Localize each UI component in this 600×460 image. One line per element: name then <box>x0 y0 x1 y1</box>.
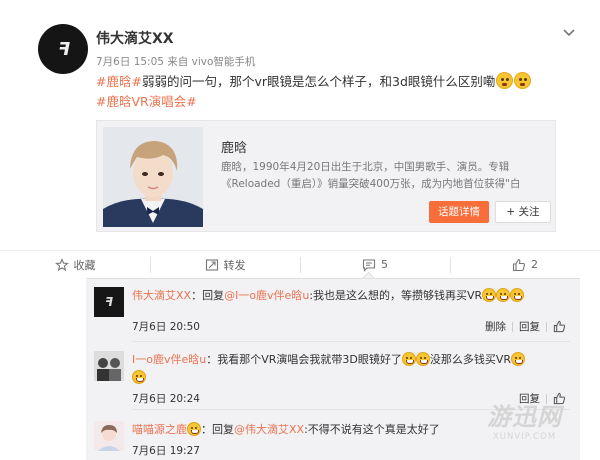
mention-link[interactable]: @I一o鹿v伴e晗u <box>224 289 309 302</box>
laughing-emoji-icon <box>496 288 511 302</box>
thinking-emoji-icon <box>496 72 514 89</box>
topic-card-title[interactable]: 鹿晗 <box>221 137 247 156</box>
comment-button[interactable]: 5 <box>300 251 450 278</box>
commenter-avatar[interactable] <box>94 421 124 451</box>
laughing-emoji-icon <box>482 288 497 302</box>
like-count: 2 <box>531 258 538 271</box>
separator <box>512 321 513 332</box>
thinking-emoji-icon <box>514 72 532 89</box>
comment-panel: ꟻ 伟大滴艾XX：回复@I一o鹿v伴e晗u:我也是这么想的，等攒够钱再买VR 7… <box>86 278 580 460</box>
reply-prefix: ：回复 <box>201 423 234 436</box>
like-button[interactable]: 2 <box>450 251 600 278</box>
topic-card-description: 鹿晗，1990年4月20日出生于北京，中国男歌手、演员。专辑《Reloaded（… <box>221 161 521 190</box>
emoji-icon <box>187 422 201 436</box>
post-source: 来自 vivo智能手机 <box>167 56 256 68</box>
delete-comment-link[interactable]: 删除 <box>485 319 506 334</box>
commenter-avatar[interactable]: ꟻ <box>94 287 124 317</box>
comment-divider <box>132 341 570 342</box>
author-name[interactable]: 伟大滴艾XX <box>96 28 174 48</box>
favorite-button[interactable]: 收藏 <box>0 251 150 278</box>
post-body-text: 弱弱的问一句，那个vr眼镜是怎么个样子，和3d眼镜什么区别嘞 <box>141 74 496 89</box>
laughing-emoji-icon <box>510 288 525 302</box>
separator <box>546 321 547 332</box>
chevron-down-icon[interactable] <box>562 26 576 42</box>
commenter-name[interactable]: 喵喵源之鹿 <box>132 423 187 436</box>
comment-time: 7月6日 20:24 <box>132 393 200 405</box>
comment-body: :我也是这么想的，等攒够钱再买VR <box>309 289 483 302</box>
laughing-emoji-icon <box>132 370 146 384</box>
commenter-name[interactable]: 伟大滴艾XX <box>132 289 191 302</box>
laughing-emoji-icon <box>415 352 430 366</box>
comment-time: 7月6日 19:27 <box>132 445 200 457</box>
topic-detail-button[interactable]: 话题详情 <box>429 201 489 223</box>
avatar-logo: ꟻ <box>57 38 70 60</box>
reply-comment-link[interactable]: 回复 <box>519 319 540 334</box>
comment-item: ꟻ 伟大滴艾XX：回复@I一o鹿v伴e晗u:我也是这么想的，等攒够钱再买VR 7… <box>86 279 580 339</box>
comment-item: I一o鹿v伴e晗u：我看那个VR演唱会我就带3D眼镜好了 没那么多钱买VR 7月6… <box>86 343 580 405</box>
repost-icon <box>205 258 218 271</box>
comment-icon <box>362 258 376 272</box>
topic-card[interactable]: 鹿晗 鹿晗，1990年4月20日出生于北京，中国男歌手、演员。专辑《Reload… <box>96 120 556 232</box>
commenter-avatar[interactable] <box>94 351 124 381</box>
favorite-label: 收藏 <box>73 258 96 272</box>
post-timestamp[interactable]: 7月6日 15:05 <box>96 56 164 68</box>
author-avatar[interactable]: ꟻ <box>38 24 88 74</box>
comment-text: 伟大滴艾XX：回复@I一o鹿v伴e晗u:我也是这么想的，等攒够钱再买VR <box>132 287 572 305</box>
laughing-emoji-icon <box>511 352 526 366</box>
comment-body: ：我看那个VR演唱会我就带3D眼镜好了 <box>206 353 402 366</box>
topic-tag-vr-concert[interactable]: #鹿晗VR演唱会# <box>96 94 197 109</box>
thumbs-up-icon <box>512 258 526 271</box>
laughing-emoji-icon <box>401 352 416 366</box>
comment-body: :不得不说有这个真是太好了 <box>304 423 440 436</box>
reply-prefix: ：回复 <box>191 289 225 302</box>
commenter-name[interactable]: I一o鹿v伴e晗u <box>132 353 206 366</box>
weibo-post: ꟻ 伟大滴艾XX 7月6日 15:05 来自 vivo智能手机 #鹿晗#弱弱的问… <box>0 0 600 250</box>
topic-tag-luhan[interactable]: #鹿晗# <box>96 74 142 89</box>
post-content: #鹿晗#弱弱的问一句，那个vr眼镜是怎么个样子，和3d眼镜什么区别嘞 #鹿晗VR… <box>96 72 566 112</box>
topic-card-photo <box>103 127 203 227</box>
repost-label: 转发 <box>223 258 246 272</box>
comment-time: 7月6日 20:50 <box>132 321 200 333</box>
watermark-domain: XUNVIP.COM <box>492 432 557 442</box>
site-watermark: 游迅网 XUNVIP.COM <box>487 397 562 442</box>
follow-button[interactable]: + 关注 <box>495 201 551 223</box>
comment-actions: 删除 回复 <box>485 319 566 334</box>
watermark-logo-text: 游迅网 <box>487 403 562 431</box>
comment-count: 5 <box>381 258 388 271</box>
post-meta: 7月6日 15:05 来自 vivo智能手机 <box>96 54 255 69</box>
comment-text: I一o鹿v伴e晗u：我看那个VR演唱会我就带3D眼镜好了 没那么多钱买VR <box>132 351 572 387</box>
mention-link[interactable]: @伟大滴艾XX <box>234 423 304 436</box>
star-icon <box>54 257 69 271</box>
thumbs-up-icon[interactable] <box>553 320 566 333</box>
comment-body-continued: 没那么多钱买VR <box>429 353 512 366</box>
post-action-bar: 收藏 转发 5 2 <box>0 250 600 278</box>
repost-button[interactable]: 转发 <box>150 251 300 278</box>
